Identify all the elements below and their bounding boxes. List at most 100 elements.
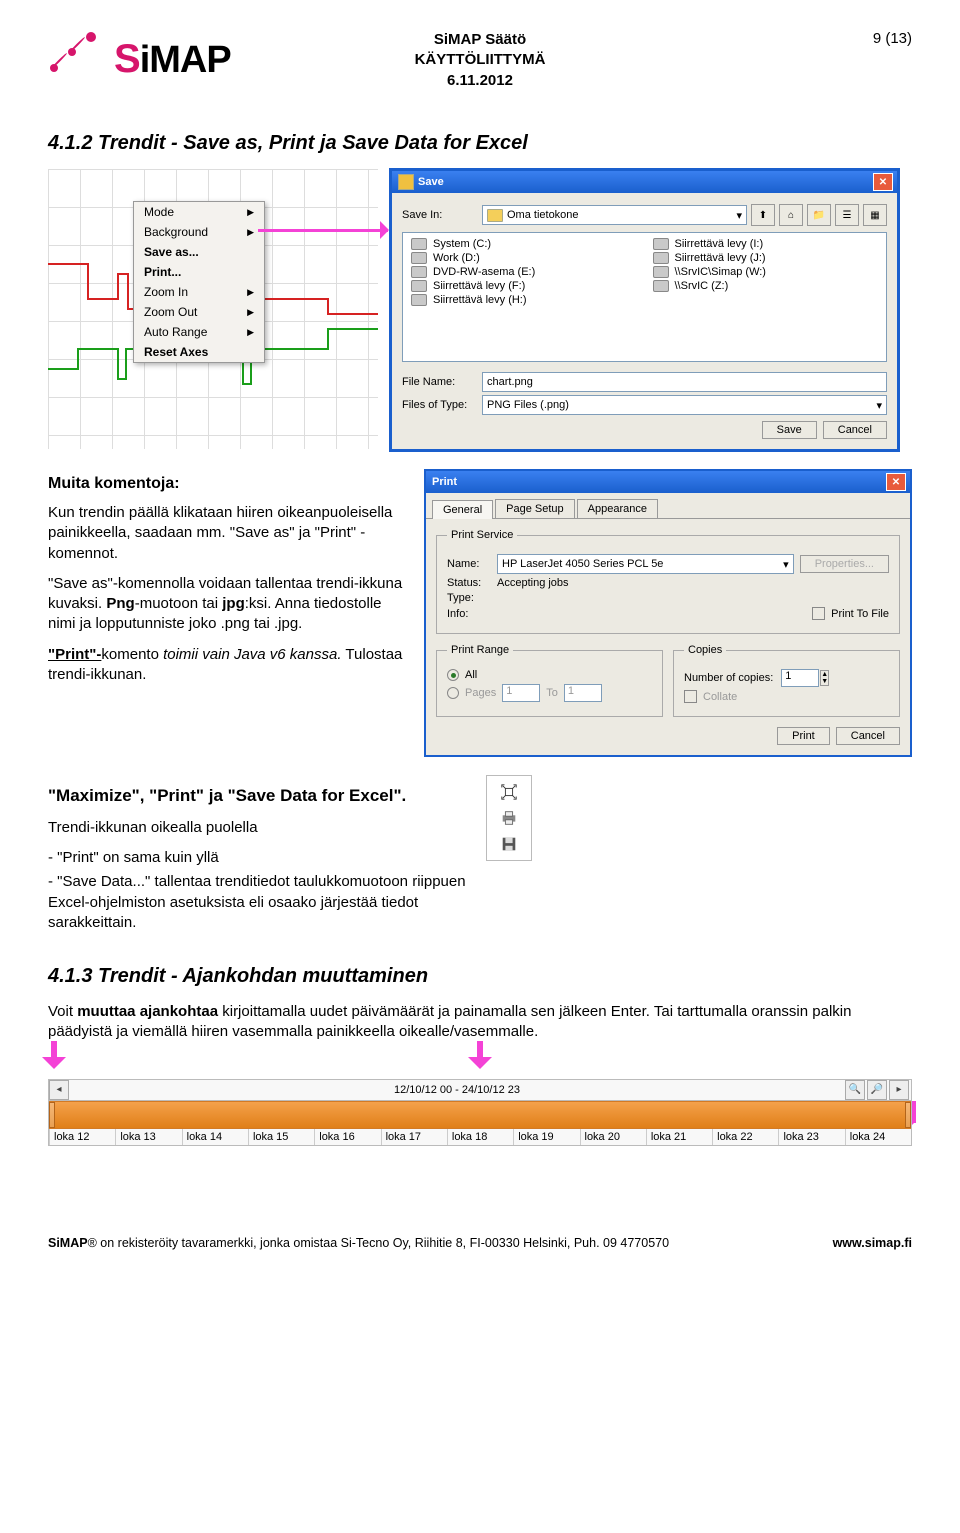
save-in-combo[interactable]: Oma tietokone ▾ [482, 205, 747, 225]
drive-item[interactable]: System (C:) [403, 237, 645, 251]
simap-logo: SiMAP [48, 32, 231, 82]
new-folder-button[interactable]: 📁 [807, 204, 831, 226]
pages-from[interactable]: 1 [502, 684, 540, 702]
zoom-out-icon[interactable]: 🔍 [845, 1080, 865, 1100]
tick: loka 13 [115, 1129, 181, 1145]
tick: loka 18 [447, 1129, 513, 1145]
drive-item[interactable]: Siirrettävä levy (I:) [645, 237, 887, 251]
up-folder-button[interactable]: ⬆ [751, 204, 775, 226]
trend-chart[interactable]: Mode Background Save as... Print... Zoom… [48, 169, 378, 449]
page-footer: SiMAP® on rekisteröity tavaramerkki, jon… [48, 1236, 912, 1250]
paragraph: Trendi-ikkunan oikealla puolella [48, 818, 468, 838]
print-cancel-button[interactable]: Cancel [836, 727, 900, 745]
ctx-print[interactable]: Print... [134, 262, 264, 282]
pages-to[interactable]: 1 [564, 684, 602, 702]
close-icon[interactable]: ✕ [886, 473, 906, 491]
paragraph: "Print"-komento toimii vain Java v6 kans… [48, 645, 408, 686]
drive-icon [411, 266, 427, 278]
radio-pages[interactable] [447, 687, 459, 699]
print-range-section: Print Range All Pages 1 To 1 [436, 644, 663, 717]
drive-item[interactable]: \\SrvIC\Simap (W:) [645, 265, 887, 279]
section-4-1-2-heading: 4.1.2 Trendit - Save as, Print ja Save D… [48, 132, 912, 155]
save-in-label: Save In: [402, 209, 482, 221]
filetype-combo[interactable]: PNG Files (.png) ▾ [482, 395, 887, 415]
filename-input[interactable]: chart.png [482, 372, 887, 392]
print-titlebar[interactable]: Print ✕ [426, 471, 910, 493]
print-button[interactable]: Print [777, 727, 830, 745]
drive-item[interactable]: \\SrvIC (Z:) [645, 279, 887, 293]
to-label: To [546, 687, 558, 699]
properties-button[interactable]: Properties... [800, 555, 889, 573]
radio-all[interactable] [447, 669, 459, 681]
mp-heading: "Maximize", "Print" ja "Save Data for Ex… [48, 785, 468, 808]
num-copies-label: Number of copies: [684, 672, 773, 684]
drive-icon [411, 252, 427, 264]
print-dialog: Print ✕ General Page Setup Appearance Pr… [424, 469, 912, 757]
timeline[interactable]: ◂ 12/10/12 00 - 24/10/12 23 🔍 🔎 ▸ loka 1… [48, 1079, 912, 1146]
zoom-in-icon[interactable]: 🔎 [867, 1080, 887, 1100]
bullet: - "Print" on sama kuin yllä [48, 848, 468, 868]
save-titlebar[interactable]: Save ✕ [392, 171, 897, 193]
drive-item[interactable]: DVD-RW-asema (E:) [403, 265, 645, 279]
save-button[interactable]: Save [762, 421, 817, 439]
footer-simap: SiMAP [48, 1236, 88, 1250]
footer-text: ® on rekisteröity tavaramerkki, jonka om… [88, 1236, 669, 1250]
ctx-zoom-in[interactable]: Zoom In [134, 282, 264, 302]
maximize-icon[interactable] [499, 782, 519, 802]
spinner-icon[interactable]: ▲▼ [820, 670, 829, 686]
page: SiMAP SiMAP Säätö KÄYTTÖLIITTYMÄ 6.11.20… [0, 0, 960, 1270]
ctx-auto-range[interactable]: Auto Range [134, 322, 264, 342]
print-to-file-checkbox[interactable] [812, 607, 825, 620]
ctx-background[interactable]: Background [134, 222, 264, 242]
list-view-button[interactable]: ☰ [835, 204, 859, 226]
ctx-saveas[interactable]: Save as... [134, 242, 264, 262]
printer-name-combo[interactable]: HP LaserJet 4050 Series PCL 5e▾ [497, 554, 794, 574]
timeline-prev-button[interactable]: ◂ [49, 1080, 69, 1100]
drive-item[interactable]: Work (D:) [403, 251, 645, 265]
collate-checkbox[interactable] [684, 690, 697, 703]
print-tabs: General Page Setup Appearance [426, 493, 910, 519]
timeline-next-button[interactable]: ▸ [889, 1080, 909, 1100]
tab-appearance[interactable]: Appearance [577, 499, 658, 518]
drive-item[interactable]: Siirrettävä levy (H:) [403, 293, 645, 307]
drive-item[interactable]: Siirrettävä levy (F:) [403, 279, 645, 293]
close-icon[interactable]: ✕ [873, 173, 893, 191]
drive-item[interactable]: Siirrettävä levy (J:) [645, 251, 887, 265]
timeline-range-label: 12/10/12 00 - 24/10/12 23 [69, 1084, 845, 1096]
num-copies-field[interactable]: 1 [781, 669, 819, 687]
timeline-bar[interactable] [49, 1101, 911, 1129]
print-icon[interactable] [499, 808, 519, 828]
page-number: 9 (13) [873, 30, 912, 47]
print-title: Print [432, 476, 457, 488]
ctx-mode[interactable]: Mode [134, 202, 264, 222]
printer-name-label: Name: [447, 558, 497, 570]
context-menu[interactable]: Mode Background Save as... Print... Zoom… [133, 201, 265, 363]
drive-icon [411, 294, 427, 306]
cancel-button[interactable]: Cancel [823, 421, 887, 439]
drive-icon [653, 266, 669, 278]
timeline-handle-left[interactable] [49, 1102, 55, 1128]
print-to-file-label: Print To File [831, 608, 889, 620]
ctx-zoom-out[interactable]: Zoom Out [134, 302, 264, 322]
header-title-block: SiMAP Säätö KÄYTTÖLIITTYMÄ 6.11.2012 [415, 30, 546, 91]
copies-legend: Copies [684, 644, 726, 656]
tick: loka 24 [845, 1129, 911, 1145]
print-service-section: Print Service Name: HP LaserJet 4050 Ser… [436, 529, 900, 634]
save-data-icon[interactable] [499, 834, 519, 854]
tab-page-setup[interactable]: Page Setup [495, 499, 575, 518]
header-line1: SiMAP Säätö [415, 30, 546, 50]
folder-icon [487, 209, 503, 222]
home-button[interactable]: ⌂ [779, 204, 803, 226]
save-dialog: Save ✕ Save In: Oma tietokone ▾ ⬆ ⌂ 📁 ☰ [390, 169, 899, 451]
timeline-handle-right[interactable] [905, 1102, 911, 1128]
footer-link[interactable]: www.simap.fi [833, 1236, 912, 1250]
details-view-button[interactable]: ▦ [863, 204, 887, 226]
section-4-1-3-heading: 4.1.3 Trendit - Ajankohdan muuttaminen [48, 965, 912, 988]
ctx-reset-axes[interactable]: Reset Axes [134, 342, 264, 362]
tab-general[interactable]: General [432, 500, 493, 519]
drive-list[interactable]: System (C:) Work (D:) DVD-RW-asema (E:) … [402, 232, 887, 362]
timeline-ticks: loka 12 loka 13 loka 14 loka 15 loka 16 … [49, 1129, 911, 1145]
chevron-down-icon: ▾ [876, 399, 882, 412]
tick: loka 19 [513, 1129, 579, 1145]
save-window-icon [398, 174, 414, 190]
